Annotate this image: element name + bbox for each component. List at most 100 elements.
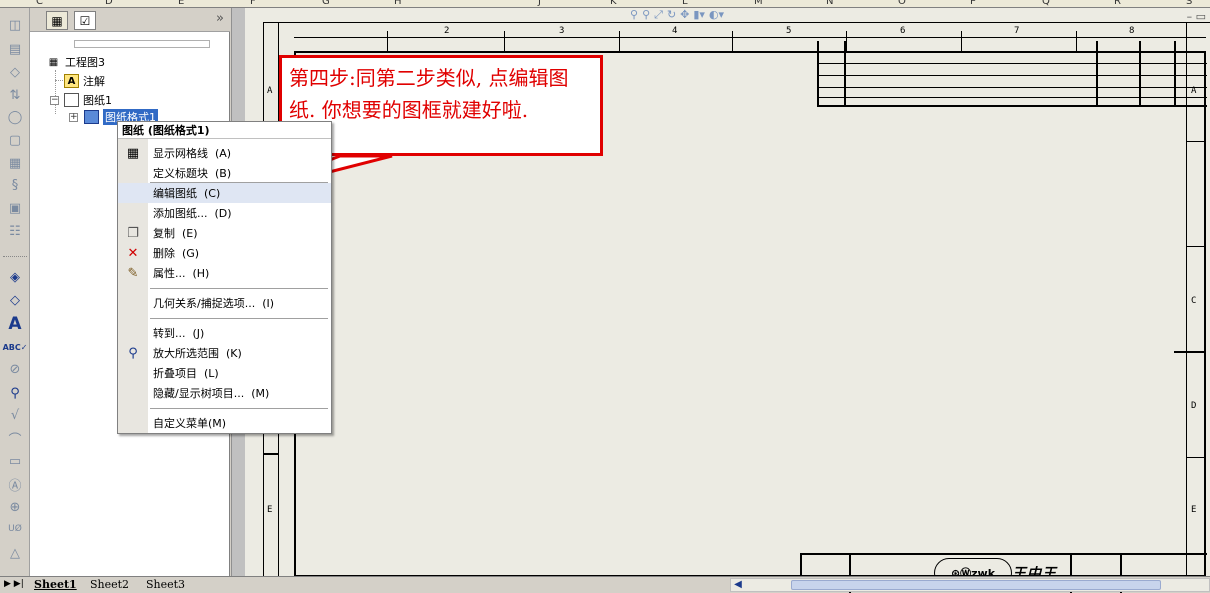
table-line — [819, 63, 1207, 64]
ruler-col: M — [754, 0, 763, 7]
ruler-col: J — [538, 0, 541, 7]
sheet-format-icon — [84, 110, 99, 124]
menu-item-label: 复制 (E) — [153, 227, 198, 240]
datum-target-icon[interactable]: ⊕ — [6, 498, 24, 516]
revision-icon[interactable]: △ — [6, 544, 24, 562]
zone-tick — [732, 31, 733, 51]
menu-item-zoom-selection[interactable]: ⚲ 放大所选范围 (K) — [118, 343, 331, 363]
tree-connector — [55, 70, 56, 114]
spline-icon[interactable]: § — [6, 176, 24, 194]
table-line — [844, 41, 846, 105]
tree-filter-field[interactable] — [74, 40, 210, 48]
collapse-toggle[interactable]: − — [50, 96, 59, 105]
smart-dimension-icon[interactable]: ◫ — [6, 16, 24, 34]
zone-number: 7 — [1014, 26, 1020, 36]
collapse-panel-icon[interactable]: » — [216, 11, 224, 26]
ruler-col: E — [178, 0, 185, 7]
delete-icon: ✕ — [127, 245, 139, 261]
model-items-icon[interactable]: ▤ — [6, 40, 24, 58]
text-icon[interactable]: A — [6, 314, 24, 334]
ruler-col: Q — [1042, 0, 1050, 7]
context-menu: 图纸 (图纸格式1) ▦ 显示网格线 (A) 定义标题块 (B) 编辑图纸 (C… — [117, 121, 332, 434]
spellcheck-icon[interactable]: ABC✓ — [3, 338, 28, 356]
scrollbar-thumb[interactable] — [791, 580, 1161, 590]
table-line — [1174, 41, 1176, 105]
sheet-tab-2[interactable]: Sheet2 — [90, 578, 129, 591]
menu-item-relations[interactable]: 几何关系/捕捉选项... (I) — [118, 293, 331, 313]
zone-tick — [619, 31, 620, 51]
menu-item-label: 显示网格线 (A) — [153, 147, 232, 160]
ruler-col: D — [105, 0, 113, 7]
auto-dimension-icon[interactable]: ◇ — [6, 291, 24, 309]
panel-tabs: ▦ ☑ » — [30, 8, 230, 32]
sheet-tab-1[interactable]: Sheet1 — [34, 578, 77, 591]
sheet-tab-3[interactable]: Sheet3 — [146, 578, 185, 591]
surface-finish-icon[interactable]: √ — [6, 406, 24, 424]
menu-item-label: 自定义菜单(M) — [153, 417, 227, 430]
zone-number: 4 — [672, 26, 678, 36]
ruler-col: F — [250, 0, 256, 7]
datum-feature-icon[interactable]: Ⓐ — [6, 475, 24, 494]
expand-toggle[interactable]: + — [69, 113, 78, 122]
tree-sheet[interactable]: 图纸1 — [64, 92, 112, 108]
balloon-icon[interactable]: ⊘ — [6, 360, 24, 378]
menu-item-go-to[interactable]: 转到... (J) — [118, 323, 331, 343]
tree-sheet-label: 图纸1 — [83, 94, 112, 107]
tree-annotations[interactable]: A 注解 — [64, 73, 105, 89]
hole-callout-icon[interactable]: UØ — [6, 520, 24, 538]
menu-item-delete[interactable]: ✕ 删除 (G) — [118, 243, 331, 263]
menu-separator — [150, 408, 328, 409]
ruler-col: R — [1114, 0, 1121, 7]
ruler-col: O — [898, 0, 906, 7]
menu-item-define-title-block[interactable]: 定义标题块 (B) — [118, 163, 331, 183]
note-icon[interactable]: ◇ — [6, 63, 24, 81]
zone-line — [294, 37, 1206, 38]
table-line — [1096, 41, 1098, 105]
tree-root-label: 工程图3 — [65, 56, 105, 69]
sheet-nav-icon[interactable]: ▶ ▶| — [4, 579, 24, 589]
zone-tick — [264, 453, 278, 455]
scroll-left-icon[interactable]: ◀ — [731, 579, 745, 591]
drawing-icon: ▦ — [48, 56, 59, 68]
table-line — [1139, 41, 1141, 105]
menu-item-properties[interactable]: ✎ 属性... (H) — [118, 263, 331, 283]
horizontal-scrollbar[interactable]: ◀ — [730, 578, 1210, 592]
menu-item-label: 定义标题块 (B) — [153, 167, 232, 180]
weld-symbol-icon[interactable]: ⌒ — [6, 429, 24, 448]
menu-item-add-sheet[interactable]: 添加图纸... (D) — [118, 203, 331, 223]
menu-item-hide-show-tree[interactable]: 隐藏/显示树项目... (M) — [118, 383, 331, 403]
menu-item-label: 转到... (J) — [153, 327, 205, 340]
menu-item-customize-menu[interactable]: 自定义菜单(M) — [118, 413, 331, 433]
properties-icon: ✎ — [127, 265, 139, 281]
property-manager-tab[interactable]: ☑ — [74, 11, 96, 30]
layer-icon[interactable]: ▣ — [6, 199, 24, 217]
sheet-icon — [64, 93, 79, 107]
menu-item-copy[interactable]: ❐ 复制 (E) — [118, 223, 331, 243]
zone-number: 5 — [786, 26, 792, 36]
bom-icon[interactable]: ☷ — [6, 222, 24, 240]
auto-balloon-icon[interactable]: ⚲ — [6, 384, 24, 402]
zone-number: 8 — [1129, 26, 1135, 36]
tree-root[interactable]: ▦ 工程图3 — [46, 54, 105, 70]
table-icon[interactable]: ▦ — [6, 154, 24, 172]
menu-item-show-grid[interactable]: ▦ 显示网格线 (A) — [118, 143, 331, 163]
feature-manager-tab[interactable]: ▦ — [46, 11, 68, 30]
ruler-col: G — [322, 0, 330, 7]
revision-block — [817, 41, 1207, 107]
arc-icon[interactable]: ◯ — [6, 108, 24, 126]
menu-item-label: 属性... (H) — [153, 267, 210, 280]
dimension-icon[interactable]: ◈ — [6, 268, 24, 286]
menu-item-collapse[interactable]: 折叠项目 (L) — [118, 363, 331, 383]
sheet-tab-bar: ▶ ▶| Sheet1 Sheet2 Sheet3 ◀ — [0, 576, 1210, 592]
menu-item-label: 折叠项目 (L) — [153, 367, 219, 380]
zone-letter: E — [267, 505, 273, 515]
grid-icon: ▦ — [126, 145, 140, 161]
tolerance-icon[interactable]: ▭ — [6, 452, 24, 470]
ruler-col: L — [682, 0, 688, 7]
menu-item-edit-sheet[interactable]: 编辑图纸 (C) — [118, 183, 331, 203]
zone-number: 6 — [900, 26, 906, 36]
block-icon[interactable]: ▢ — [6, 131, 24, 149]
table-line — [819, 87, 1207, 88]
mirror-icon[interactable]: ⇅ — [6, 86, 24, 104]
annotation-icon: A — [64, 74, 79, 88]
